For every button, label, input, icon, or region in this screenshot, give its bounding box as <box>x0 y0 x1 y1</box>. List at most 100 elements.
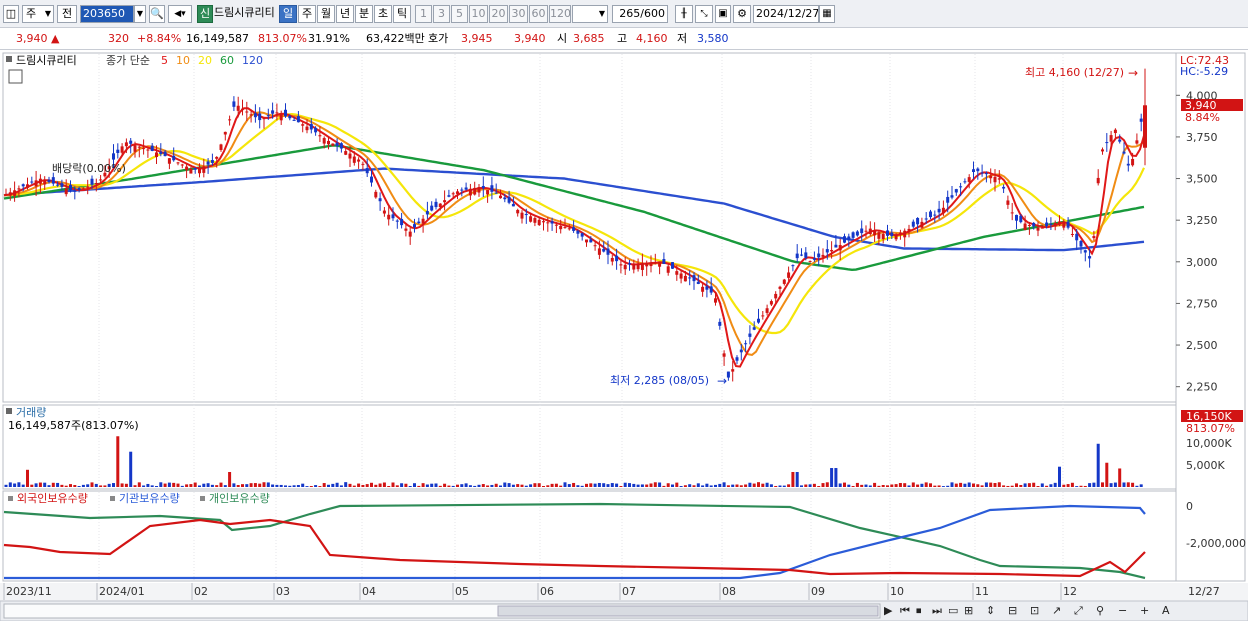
period-4[interactable]: 분 <box>355 5 373 23</box>
current-price: 3,940 ▲ <box>16 31 59 47</box>
candle-body <box>864 230 868 232</box>
code-dropdown-icon[interactable]: ▼ <box>134 5 146 23</box>
layout-icon[interactable]: ⊡ <box>1030 604 1039 617</box>
stock-name: 드림시큐리티 <box>214 6 275 19</box>
panel-handle-icon[interactable] <box>6 56 12 62</box>
minute-1[interactable]: 1 <box>415 5 432 23</box>
panel-handle-icon[interactable] <box>6 408 12 414</box>
search-icon[interactable]: 🔍 <box>149 5 165 23</box>
candle-body <box>348 153 352 159</box>
auto-icon[interactable]: A <box>1162 604 1170 617</box>
candle-body <box>825 249 829 253</box>
period-5[interactable]: 초 <box>374 5 392 23</box>
volume-bar <box>623 482 627 487</box>
volume-bar <box>804 484 808 487</box>
period-3[interactable]: 년 <box>336 5 354 23</box>
volume-bar <box>744 484 748 487</box>
volume-bar <box>1062 484 1066 487</box>
candle-body <box>606 248 610 255</box>
volume-bar <box>413 483 416 487</box>
scroll-thumb[interactable] <box>497 605 879 617</box>
volume-bar <box>748 482 752 487</box>
candle-body <box>658 261 662 267</box>
range-icon[interactable]: ▭ <box>948 604 958 617</box>
period-0[interactable]: 일 <box>279 5 297 23</box>
period-6[interactable]: 틱 <box>393 5 411 23</box>
count-display[interactable]: 265/600 <box>612 5 668 23</box>
volume-bar <box>709 485 713 487</box>
speaker-icon[interactable]: ◀▾ <box>168 5 192 23</box>
draw-icon[interactable]: ⤢ <box>1074 604 1083 617</box>
volume-bar <box>929 483 932 487</box>
volume-bar <box>645 484 649 487</box>
candle-body <box>666 266 670 273</box>
draw-line-icon[interactable]: ⤡ <box>695 5 713 23</box>
search-chart-icon[interactable]: ⚲ <box>1096 604 1104 617</box>
volume-bar <box>533 483 537 487</box>
stop-icon[interactable]: ⏹ <box>916 604 922 617</box>
candle-body <box>752 327 756 330</box>
volume-bar <box>941 486 945 487</box>
grid-toggle-icon[interactable] <box>8 69 23 84</box>
volume-bar <box>77 486 81 487</box>
low-label: 저 <box>677 32 688 45</box>
code-input[interactable]: 203650 <box>80 5 134 23</box>
jump-start-icon[interactable]: ⏮ <box>900 604 910 617</box>
minute-120[interactable]: 120 <box>549 5 571 23</box>
holdings-legend-0: 외국인보유수량 <box>17 492 88 505</box>
date-input[interactable]: 2024/12/27 <box>753 5 819 23</box>
candle-body <box>782 279 786 284</box>
candle-body <box>834 244 838 248</box>
minute-20[interactable]: 20 <box>489 5 508 23</box>
volume-bar <box>456 484 459 487</box>
tick-dropdown[interactable]: ▼ <box>572 5 608 23</box>
zoom-box-icon[interactable]: ⊞ <box>964 604 973 617</box>
minute-10[interactable]: 10 <box>469 5 488 23</box>
candle-icon[interactable]: ╫ <box>675 5 693 23</box>
market-label: 주 <box>26 7 37 20</box>
volume-bar <box>176 483 180 487</box>
holdings-legend-2: 개인보유수량 <box>209 492 270 505</box>
minute-30[interactable]: 30 <box>509 5 528 23</box>
volume-bar <box>615 483 619 487</box>
window-menu-icon[interactable]: ◫ <box>3 5 19 23</box>
period-2[interactable]: 월 <box>317 5 335 23</box>
candle-body <box>387 214 391 220</box>
gear-icon[interactable]: ⚙ <box>733 5 751 23</box>
candle-body <box>460 189 464 191</box>
candle-body <box>413 224 416 228</box>
scroll-right-icon[interactable]: ▶ <box>884 604 893 617</box>
candle-body <box>1015 214 1018 221</box>
vol-tick-label: 10,000K <box>1186 437 1232 450</box>
volume-bar <box>107 483 111 487</box>
minute-5[interactable]: 5 <box>451 5 468 23</box>
period-1[interactable]: 주 <box>298 5 316 23</box>
volume-bar <box>619 485 623 487</box>
candle-body <box>494 192 498 194</box>
save-icon[interactable]: ▣ <box>715 5 731 23</box>
trend-icon[interactable]: ↗ <box>1052 604 1061 617</box>
panel-icon[interactable]: ⊟ <box>1008 604 1017 617</box>
calendar-icon[interactable]: ▦ <box>819 5 835 23</box>
candle-body <box>142 148 146 150</box>
jump-end-icon[interactable]: ⏭ <box>932 604 942 617</box>
candle-body <box>296 116 300 123</box>
market-select[interactable]: 주 ▼ <box>22 5 54 23</box>
volume-bar <box>421 483 425 487</box>
candle-body <box>1053 222 1057 227</box>
prev-button[interactable]: 전 <box>57 5 77 23</box>
split-icon[interactable]: ⇕ <box>986 604 995 617</box>
candle-body <box>1126 163 1130 166</box>
volume-bar <box>120 483 124 487</box>
volume-bar <box>1096 443 1100 487</box>
chart-area[interactable]: 드림시큐리티 종가 단순 5 10 20 60 120 배당락(0.00%) 최고 4,… <box>0 50 1248 621</box>
candle-body <box>890 232 894 237</box>
minute-60[interactable]: 60 <box>529 5 548 23</box>
zoom-out-icon[interactable]: − <box>1118 604 1127 617</box>
minute-3[interactable]: 3 <box>433 5 450 23</box>
candle-body <box>830 249 834 252</box>
candle-body <box>47 179 51 182</box>
candle-body <box>1058 221 1061 225</box>
zoom-in-icon[interactable]: + <box>1140 604 1149 617</box>
volume-bar <box>245 484 249 487</box>
